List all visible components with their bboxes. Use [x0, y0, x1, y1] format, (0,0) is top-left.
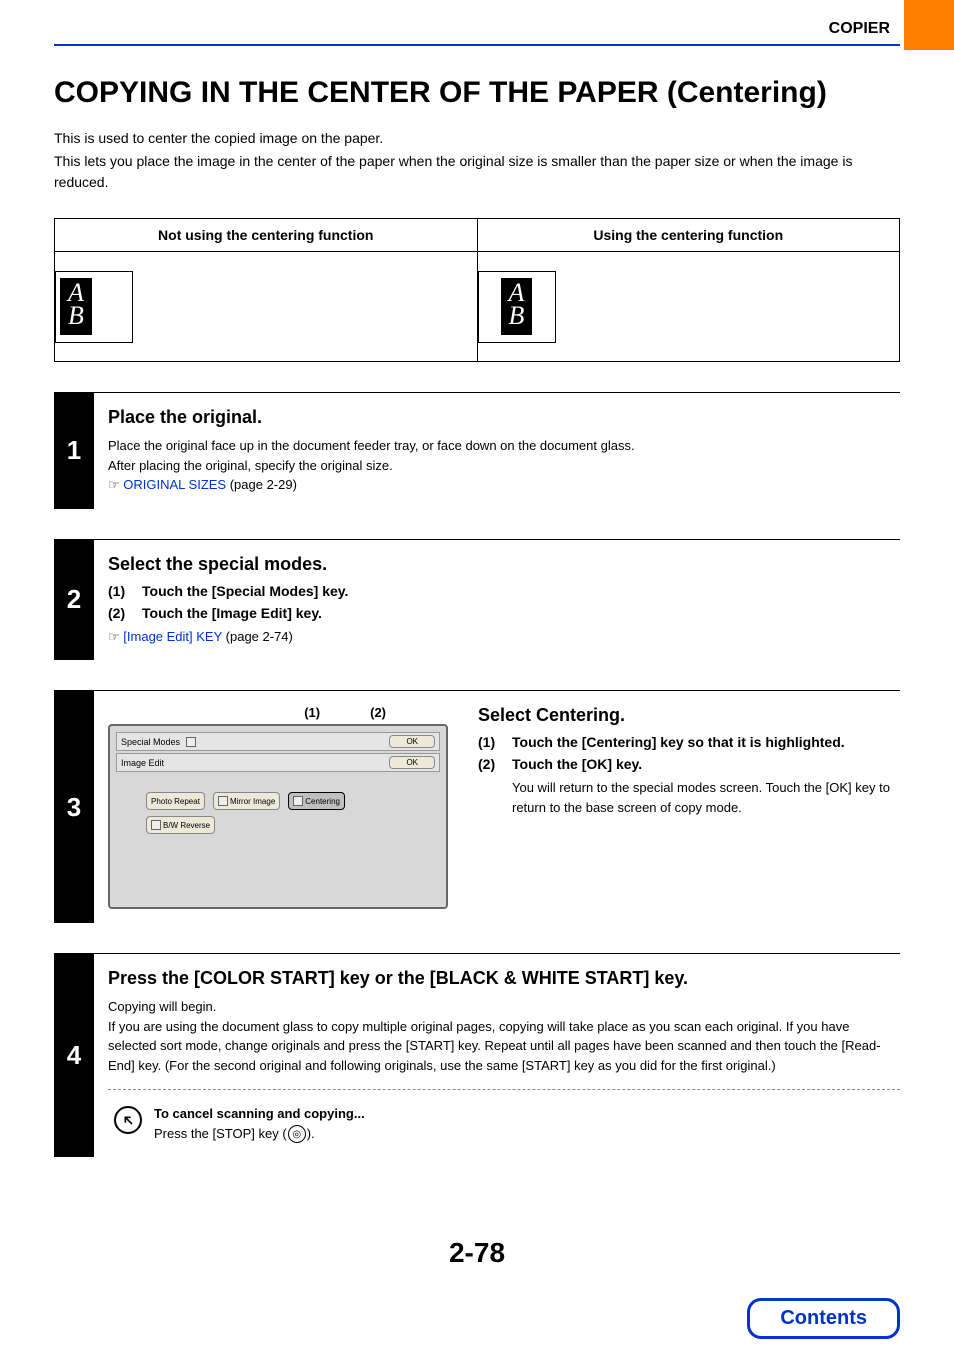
- step-1: 1 Place the original. Place the original…: [54, 392, 900, 509]
- touchscreen-screenshot: (1) (2) Special Modes OK Image Edit OK: [108, 705, 448, 909]
- page-number: 2-78: [54, 1237, 900, 1269]
- letter-b: B: [509, 305, 525, 327]
- contents-button[interactable]: Contents: [747, 1298, 900, 1339]
- btn-label: Photo Repeat: [151, 797, 200, 806]
- ss-ok-button-1[interactable]: OK: [389, 735, 435, 748]
- section-tab: [904, 0, 954, 50]
- intro-p2: This lets you place the image in the cen…: [54, 151, 900, 193]
- substep-3-2-desc: You will return to the special modes scr…: [512, 778, 900, 817]
- pointer-icon: ☞: [108, 477, 123, 492]
- sample-image-left: A B: [60, 278, 92, 334]
- step-4-p1: Copying will begin.: [108, 997, 900, 1017]
- page-title: COPYING IN THE CENTER OF THE PAPER (Cent…: [54, 76, 900, 110]
- substep-num: (1): [108, 583, 132, 599]
- ss-special-modes: Special Modes: [121, 737, 180, 747]
- compare-cell-1: A B: [55, 252, 478, 362]
- step-number-3: 3: [54, 691, 94, 923]
- callout-label-2: (2): [370, 705, 386, 720]
- page-ref-1: (page 2-29): [226, 477, 297, 492]
- intro-text: This is used to center the copied image …: [54, 128, 900, 193]
- step-3-title: Select Centering.: [478, 705, 900, 726]
- substep-3-1: Touch the [Centering] key so that it is …: [512, 734, 845, 750]
- stop-key-icon: ◎: [288, 1125, 306, 1143]
- dashed-separator: [108, 1089, 900, 1090]
- centering-icon: [293, 796, 303, 806]
- cancel-instruction: Press the [STOP] key (◎).: [154, 1124, 365, 1144]
- cancel-title: To cancel scanning and copying...: [154, 1104, 365, 1124]
- back-icon: [186, 737, 196, 747]
- compare-header-2: Using the centering function: [477, 219, 900, 252]
- comparison-table: Not using the centering function Using t…: [54, 218, 900, 362]
- substep-2-2: Touch the [Image Edit] key.: [142, 605, 322, 621]
- substep-2-1: Touch the [Special Modes] key.: [142, 583, 348, 599]
- image-edit-key-link[interactable]: [Image Edit] KEY: [123, 629, 222, 644]
- sample-image-right: A B: [501, 278, 533, 334]
- letter-b: B: [68, 305, 84, 327]
- ss-bw-reverse-button[interactable]: B/W Reverse: [146, 816, 215, 834]
- substep-3-2: Touch the [OK] key.: [512, 756, 642, 772]
- ss-ok-button-2[interactable]: OK: [389, 756, 435, 769]
- step-4-p2: If you are using the document glass to c…: [108, 1017, 900, 1076]
- cancel-arrow-icon: [114, 1106, 142, 1134]
- intro-p1: This is used to center the copied image …: [54, 128, 900, 149]
- header-label: COPIER: [54, 20, 900, 38]
- step-2-title: Select the special modes.: [108, 554, 900, 575]
- substep-num: (2): [108, 605, 132, 621]
- step-1-title: Place the original.: [108, 407, 900, 428]
- ss-mirror-image-button[interactable]: Mirror Image: [213, 792, 280, 810]
- step-4: 4 Press the [COLOR START] key or the [BL…: [54, 953, 900, 1157]
- step-number-1: 1: [54, 393, 94, 509]
- pointer-icon: ☞: [108, 629, 123, 644]
- cancel-prefix: Press the [STOP] key (: [154, 1126, 287, 1141]
- step-4-title: Press the [COLOR START] key or the [BLAC…: [108, 968, 900, 989]
- btn-label: B/W Reverse: [163, 821, 210, 830]
- step-2: 2 Select the special modes. (1) Touch the…: [54, 539, 900, 661]
- btn-label: Centering: [305, 797, 340, 806]
- ss-photo-repeat-button[interactable]: Photo Repeat: [146, 792, 205, 810]
- step-3: 3 (1) (2) Special Modes OK Image Edit: [54, 690, 900, 923]
- substep-num: (2): [478, 756, 502, 772]
- cancel-suffix: ).: [307, 1126, 315, 1141]
- original-sizes-link[interactable]: ORIGINAL SIZES: [123, 477, 226, 492]
- btn-label: Mirror Image: [230, 797, 275, 806]
- step-1-p1: Place the original face up in the docume…: [108, 436, 900, 456]
- step-number-2: 2: [54, 540, 94, 661]
- substep-num: (1): [478, 734, 502, 750]
- callout-label-1: (1): [304, 705, 320, 720]
- ss-centering-button[interactable]: Centering: [288, 792, 345, 810]
- mirror-icon: [218, 796, 228, 806]
- page-ref-2: (page 2-74): [222, 629, 293, 644]
- step-1-p2: After placing the original, specify the …: [108, 456, 900, 476]
- compare-header-1: Not using the centering function: [55, 219, 478, 252]
- compare-cell-2: A B: [477, 252, 900, 362]
- step-number-4: 4: [54, 954, 94, 1157]
- bw-icon: [151, 820, 161, 830]
- ss-image-edit: Image Edit: [121, 758, 164, 768]
